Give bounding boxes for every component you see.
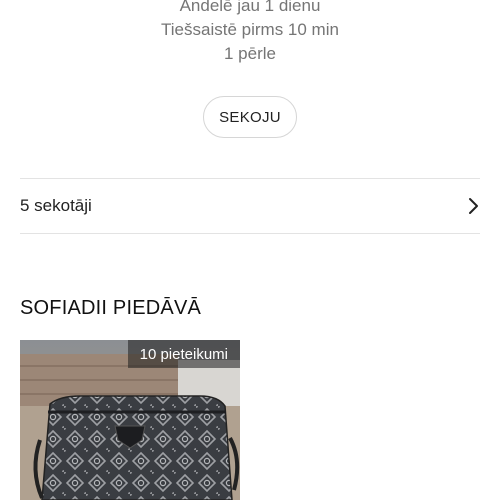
pearls-count-text: 1 pērle	[224, 44, 276, 63]
following-button[interactable]: SEKOJU	[203, 96, 297, 138]
last-online-text: Tiešsaistē pirms 10 min	[161, 20, 339, 39]
listing-card[interactable]: 10 pieteikumi	[20, 340, 240, 500]
member-since-text: Andelē jau 1 dienu	[179, 0, 321, 15]
offers-count-badge: 10 pieteikumi	[127, 340, 240, 368]
divider	[20, 233, 480, 234]
followers-count: 5 sekotāji	[20, 196, 92, 215]
profile-info: Andelē jau 1 dienu Tiešsaistē pirms 10 m…	[0, 0, 500, 66]
profile-page: Andelē jau 1 dienu Tiešsaistē pirms 10 m…	[0, 0, 500, 500]
followers-row[interactable]: 5 sekotāji	[20, 179, 480, 233]
offers-section-title: SOFIADII PIEDĀVĀ	[20, 297, 202, 319]
chevron-right-icon	[466, 197, 480, 215]
